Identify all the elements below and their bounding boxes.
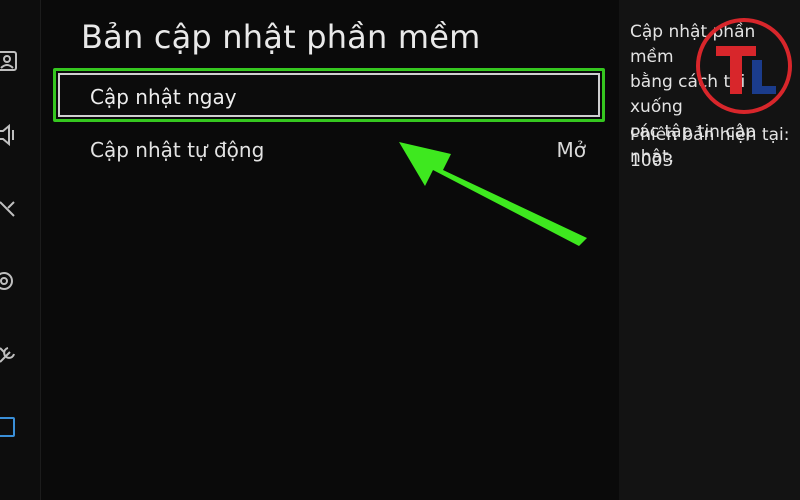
support-icon[interactable] [0,342,20,368]
watermark-logo [696,18,792,114]
version-value: 1003 [630,151,674,171]
broadcast-icon[interactable] [0,196,20,222]
version-label: Phiên bản hiện tại: [630,125,790,145]
general-icon[interactable] [0,414,20,440]
pointer-arrow-icon [399,142,587,246]
page-title: Bản cập nhật phần mềm [81,18,481,56]
menu-item-label: Cập nhật ngay [90,85,237,109]
menu-item-update-now[interactable]: Cập nhật ngay [58,73,600,117]
picture-icon[interactable] [0,48,20,74]
sound-icon[interactable] [0,122,20,148]
settings-panel: Bản cập nhật phần mềm Cập nhật ngay Cập … [41,0,619,500]
network-icon[interactable] [0,268,20,294]
menu-item-label: Cập nhật tự động [90,138,265,162]
sidebar-rail [0,0,41,500]
